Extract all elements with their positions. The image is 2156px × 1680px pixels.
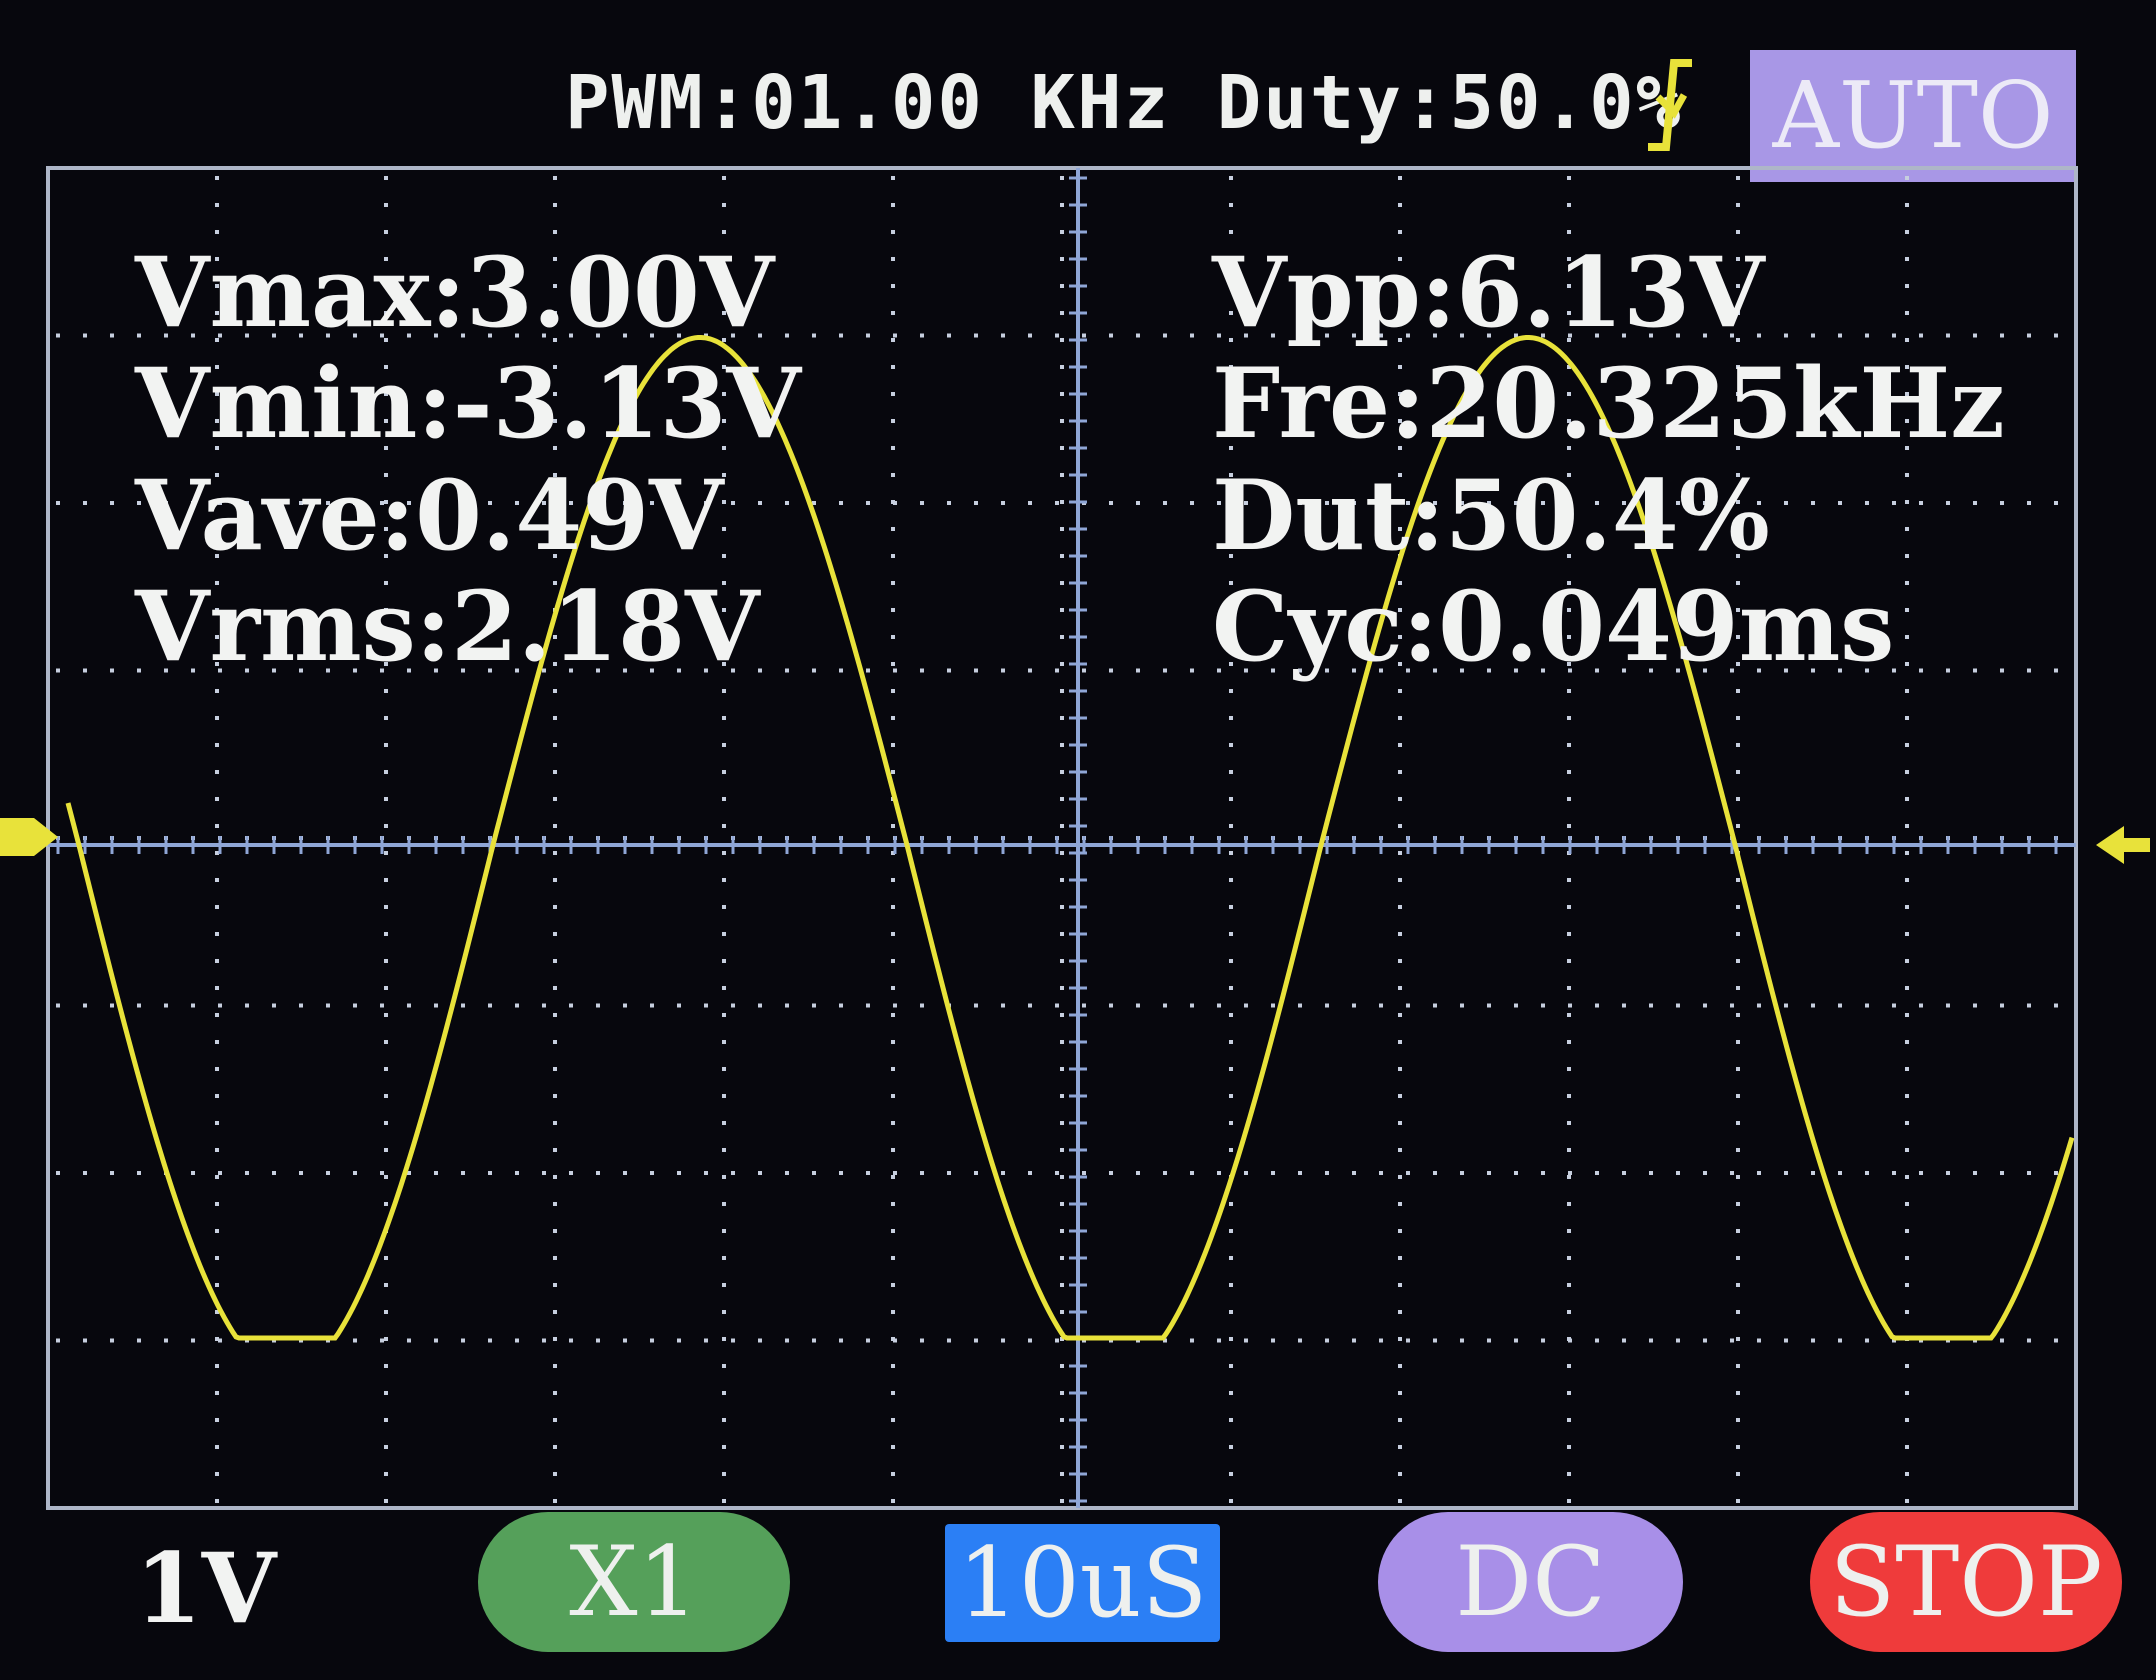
bottom-control-bar: 1V X1 10uS DC STOP bbox=[0, 1500, 2156, 1680]
vmin-readout: Vmin:-3.13V bbox=[135, 347, 801, 460]
volts-per-div-label[interactable]: 1V bbox=[135, 1532, 276, 1645]
oscilloscope-screen: PWM:01.00 KHz Duty:50.0% AUTO Vmax:3.00V… bbox=[0, 0, 2156, 1680]
vpp-readout: Vpp:6.13V bbox=[1212, 236, 1765, 349]
cycle-readout: Cyc:0.049ms bbox=[1212, 570, 1895, 683]
run-stop-button[interactable]: STOP bbox=[1810, 1512, 2122, 1652]
probe-multiplier-button[interactable]: X1 bbox=[478, 1512, 790, 1652]
trigger-level-marker-icon bbox=[2096, 826, 2150, 864]
timebase-button[interactable]: 10uS bbox=[945, 1524, 1220, 1642]
vave-readout: Vave:0.49V bbox=[135, 459, 724, 572]
vmax-readout: Vmax:3.00V bbox=[135, 236, 775, 349]
frequency-readout: Fre:20.325kHz bbox=[1212, 347, 2005, 460]
duty-readout: Dut:50.4% bbox=[1212, 459, 1770, 572]
vrms-readout: Vrms:2.18V bbox=[135, 570, 760, 683]
coupling-button[interactable]: DC bbox=[1378, 1512, 1683, 1652]
